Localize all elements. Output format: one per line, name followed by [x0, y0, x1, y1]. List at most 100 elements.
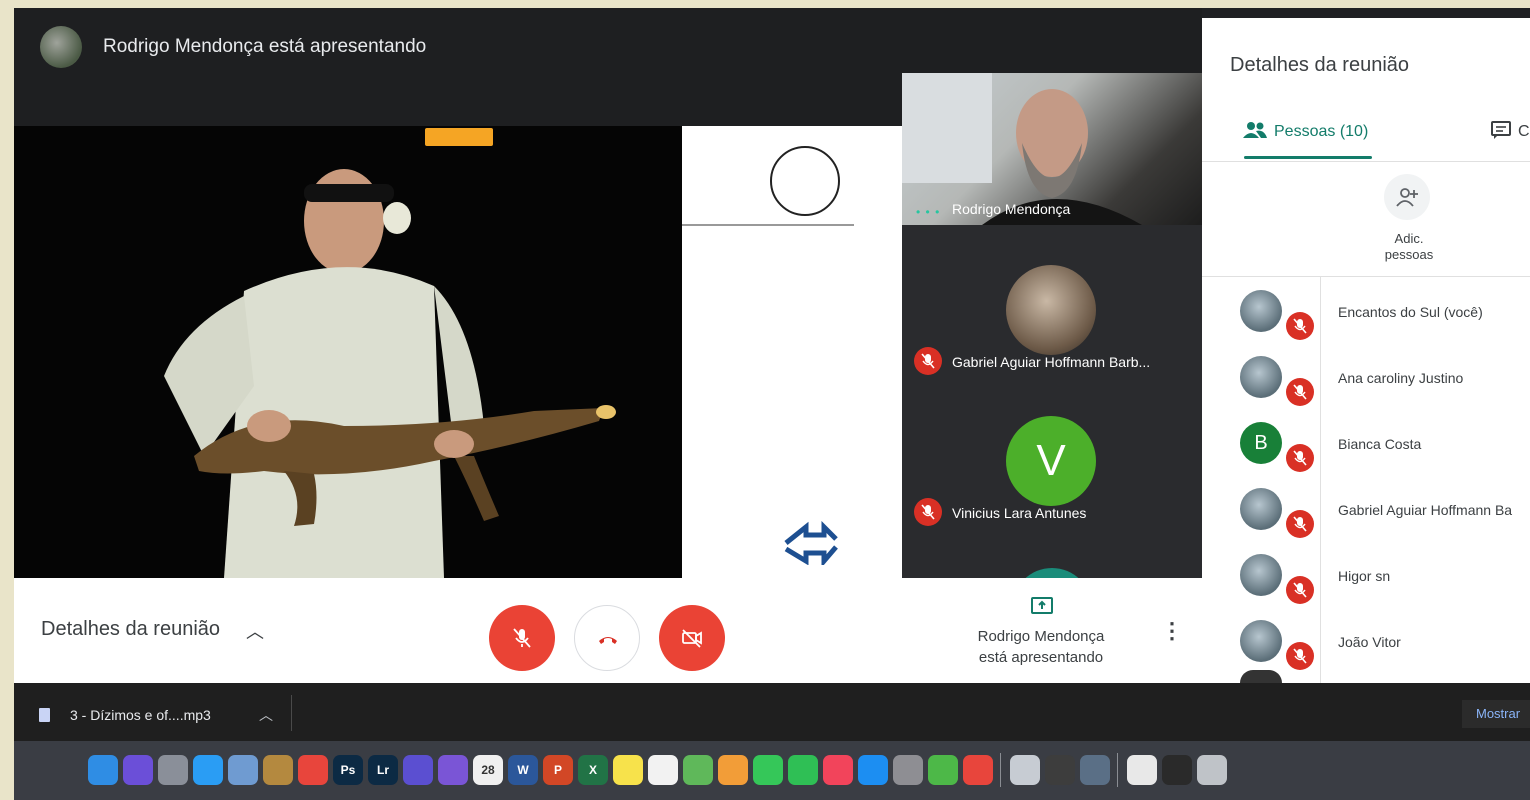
- presenter-status-text: Rodrigo Mendonça está apresentando: [103, 36, 427, 57]
- dock-separator: [1117, 753, 1118, 787]
- tab-chat[interactable]: C: [1518, 123, 1530, 141]
- photos-icon[interactable]: [718, 755, 748, 785]
- avatar: [1240, 290, 1282, 332]
- music-icon[interactable]: [823, 755, 853, 785]
- presenting-name: Rodrigo Mendonça: [977, 628, 1105, 645]
- muted-mic-icon: [1286, 576, 1314, 604]
- download-bar: 3 - Dízimos e of....mp3 ︿ Mostrar: [14, 683, 1530, 741]
- word-icon[interactable]: W: [508, 755, 538, 785]
- muted-mic-icon: [1286, 510, 1314, 538]
- university-seal-logo: [770, 146, 840, 216]
- presenting-status[interactable]: Rodrigo Mendonça está apresentando: [944, 626, 1138, 668]
- mail-icon[interactable]: [1010, 755, 1040, 785]
- document-icon[interactable]: [1127, 755, 1157, 785]
- trash-icon[interactable]: [1197, 755, 1227, 785]
- muted-mic-icon: [1286, 642, 1314, 670]
- call-controls-bar: Detalhes da reunião ︿ Rodrigo Mendonça e…: [14, 578, 1202, 683]
- avatar: V: [1006, 416, 1096, 506]
- participant-name: Gabriel Aguiar Hoffmann Barb...: [952, 354, 1151, 370]
- add-person-icon: [1396, 188, 1418, 207]
- avatar: [1240, 554, 1282, 596]
- lightroom-icon[interactable]: Lr: [368, 755, 398, 785]
- screen-share-indicator: [425, 128, 493, 146]
- dock-separator: [1000, 753, 1001, 787]
- participant-list-item[interactable]: Encantos do Sul (você): [1202, 282, 1530, 348]
- more-options-icon[interactable]: ⋮: [1161, 618, 1183, 644]
- panel-title: Detalhes da reunião: [1230, 54, 1410, 76]
- participant-tile-video[interactable]: • • • Rodrigo Mendonça: [902, 73, 1202, 225]
- safari-icon[interactable]: [193, 755, 223, 785]
- participant-list-item[interactable]: João Vitor: [1202, 612, 1530, 678]
- slide-divider: [682, 224, 854, 226]
- quicktime-icon[interactable]: [1080, 755, 1110, 785]
- mic-off-icon: [513, 628, 531, 648]
- powerpoint-icon[interactable]: P: [543, 755, 573, 785]
- chevron-up-icon[interactable]: ︿: [246, 618, 264, 644]
- terminal-icon[interactable]: [1162, 755, 1192, 785]
- mic-toggle-button[interactable]: [489, 605, 555, 671]
- excel-icon[interactable]: X: [578, 755, 608, 785]
- participant-tiles: • • • Rodrigo Mendonça Gabriel Aguiar Ho…: [902, 73, 1202, 608]
- settings-icon[interactable]: [893, 755, 923, 785]
- macos-dock: Ps Lr 28 W P X: [14, 741, 1530, 800]
- participant-name: Higor sn: [1338, 568, 1391, 584]
- participant-name: Bianca Costa: [1338, 436, 1422, 452]
- participant-name: Rodrigo Mendonça: [952, 201, 1071, 217]
- presenter-photo: [164, 169, 616, 578]
- hang-up-icon: [599, 637, 617, 644]
- meeting-details-toggle[interactable]: Detalhes da reunião: [41, 618, 220, 641]
- present-screen-icon[interactable]: [1030, 596, 1054, 618]
- hang-up-button[interactable]: [574, 605, 640, 671]
- books-icon[interactable]: [1045, 755, 1075, 785]
- muted-mic-icon: [1286, 378, 1314, 406]
- notes-book-icon[interactable]: [263, 755, 293, 785]
- launchpad-icon[interactable]: [158, 755, 188, 785]
- anydesk-icon[interactable]: [963, 755, 993, 785]
- siri-icon[interactable]: [123, 755, 153, 785]
- show-all-downloads-button[interactable]: Mostrar: [1462, 700, 1530, 728]
- tab-people[interactable]: Pessoas (10): [1274, 123, 1368, 141]
- divider: [291, 695, 292, 731]
- camera-toggle-button[interactable]: [659, 605, 725, 671]
- participant-list-item[interactable]: Ana caroliny Justino: [1202, 348, 1530, 414]
- chat-icon[interactable]: [1490, 120, 1512, 140]
- participant-list-item[interactable]: Higor sn: [1202, 546, 1530, 612]
- add-people-label-line: pessoas: [1384, 247, 1434, 262]
- avatar: B: [1240, 422, 1282, 464]
- avatar: [1006, 265, 1096, 355]
- meet-window: Rodrigo Mendonça está apresentando • • •…: [14, 8, 1530, 800]
- add-people-button[interactable]: [1384, 174, 1430, 220]
- add-people-label[interactable]: Adic. pessoas: [1350, 231, 1468, 263]
- finder-icon[interactable]: [88, 755, 118, 785]
- muted-mic-icon: [914, 498, 942, 526]
- avatar: [40, 26, 82, 68]
- preview-icon[interactable]: [228, 755, 258, 785]
- add-people-label-line: Adic.: [1394, 231, 1424, 246]
- muted-mic-icon: [914, 347, 942, 375]
- unijui-logo: [784, 521, 838, 565]
- muted-mic-icon: [1286, 444, 1314, 472]
- participant-list-item[interactable]: Gabriel Aguiar Hoffmann Ba: [1202, 480, 1530, 546]
- appstore-icon[interactable]: [858, 755, 888, 785]
- participant-list-item[interactable]: B Bianca Costa: [1202, 414, 1530, 480]
- maps-icon[interactable]: [683, 755, 713, 785]
- stickies-icon[interactable]: [613, 755, 643, 785]
- avatar: [1240, 488, 1282, 530]
- participant-name: Encantos do Sul (você): [1338, 304, 1483, 320]
- chrome-icon[interactable]: [298, 755, 328, 785]
- utorrent-icon[interactable]: [928, 755, 958, 785]
- calendar-icon[interactable]: 28: [473, 755, 503, 785]
- imovie-icon[interactable]: [403, 755, 433, 785]
- shared-slide: [682, 126, 902, 578]
- download-item[interactable]: 3 - Dízimos e of....mp3: [70, 707, 211, 723]
- tab-active-indicator: [1244, 156, 1372, 159]
- chevron-up-icon[interactable]: ︿: [259, 705, 273, 725]
- camera-off-icon: [682, 629, 702, 648]
- messages-icon[interactable]: [753, 755, 783, 785]
- avatar: [1240, 620, 1282, 662]
- star-icon[interactable]: [438, 755, 468, 785]
- photoshop-icon[interactable]: Ps: [333, 755, 363, 785]
- reminders-icon[interactable]: [648, 755, 678, 785]
- meeting-details-panel: Detalhes da reunião Pessoas (10) C Adic.…: [1202, 18, 1530, 683]
- facetime-icon[interactable]: [788, 755, 818, 785]
